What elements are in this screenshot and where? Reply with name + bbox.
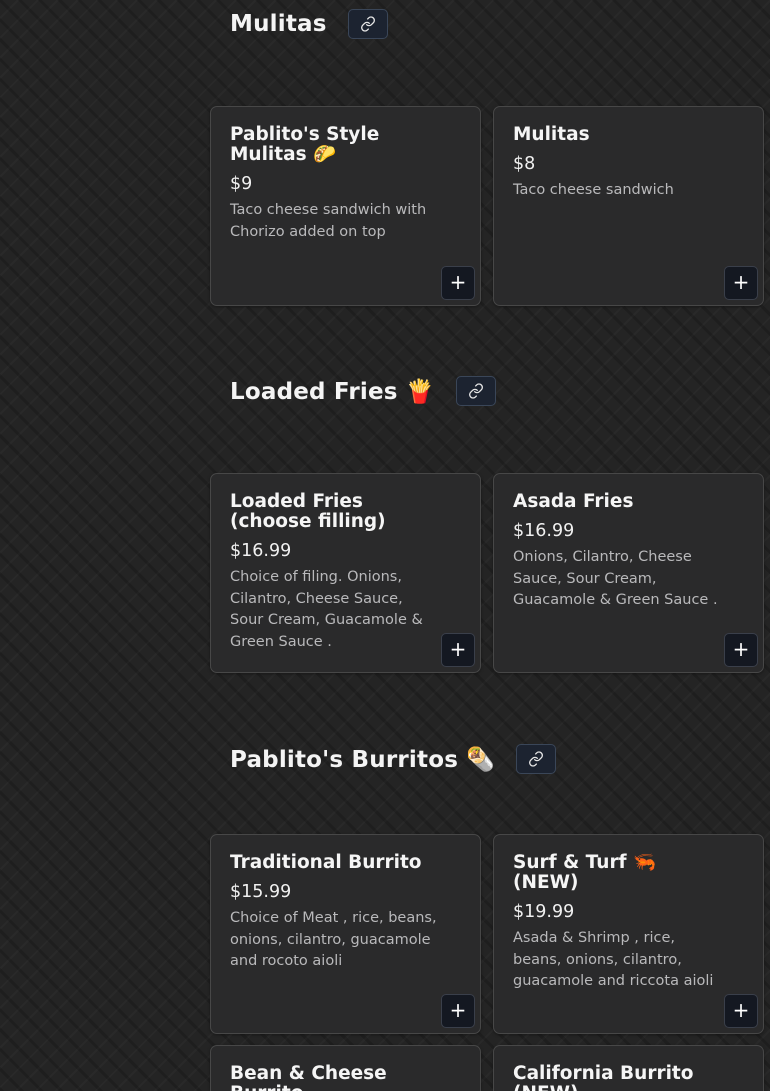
item-description: Choice of Meat , rice, beans, onions, ci… [230, 910, 437, 969]
item-price: $9 [230, 174, 253, 194]
item-price: $16.99 [513, 521, 575, 541]
add-to-cart-button[interactable]: + [441, 633, 475, 667]
menu-item-card[interactable]: Bean & Cheese Burrito [210, 1045, 481, 1091]
item-name: Traditional Burrito [230, 852, 422, 873]
link-icon [468, 383, 483, 399]
add-to-cart-button[interactable]: + [441, 266, 475, 300]
item-name: Surf & Turf 🦐 (NEW) [513, 852, 657, 893]
item-name: Bean & Cheese Burrito [230, 1063, 387, 1091]
menu-item-card[interactable]: California Burrito (NEW) [493, 1045, 764, 1091]
menu-item-card[interactable]: Surf & Turf 🦐 (NEW) $19.99 Asada & Shrim… [493, 834, 764, 1034]
link-icon [529, 751, 544, 767]
add-to-cart-button[interactable]: + [724, 266, 758, 300]
menu-item-card[interactable]: Loaded Fries (choose filling) $16.99 Cho… [210, 473, 481, 673]
item-name: Asada Fries [513, 491, 634, 512]
menu-item-card[interactable]: Pablito's Style Mulitas 🌮 $9 Taco cheese… [210, 106, 481, 306]
section-title: Pablito's Burritos 🌯 [230, 746, 496, 773]
section-title: Loaded Fries 🍟 [230, 378, 435, 405]
item-description: Taco cheese sandwich [513, 182, 674, 198]
menu-item-card[interactable]: Asada Fries $16.99 Onions, Cilantro, Che… [493, 473, 764, 673]
menu-item-card[interactable]: Mulitas $8 Taco cheese sandwich + [493, 106, 764, 306]
menu-item-card[interactable]: Traditional Burrito $15.99 Choice of Mea… [210, 834, 481, 1034]
item-price: $15.99 [230, 882, 292, 902]
item-description: Taco cheese sandwich with Chorizo added … [230, 202, 427, 240]
item-price: $19.99 [513, 902, 575, 922]
section-header-mulitas: Mulitas [230, 9, 388, 39]
item-name: Loaded Fries (choose filling) [230, 491, 386, 532]
section-link-button[interactable] [455, 376, 496, 406]
add-to-cart-button[interactable]: + [441, 994, 475, 1028]
item-price: $8 [513, 154, 536, 174]
item-name: Pablito's Style Mulitas 🌮 [230, 124, 380, 165]
add-to-cart-button[interactable]: + [724, 633, 758, 667]
item-name: Mulitas [513, 124, 590, 145]
section-header-loaded-fries: Loaded Fries 🍟 [230, 376, 496, 406]
add-to-cart-button[interactable]: + [724, 994, 758, 1028]
section-title: Mulitas [230, 11, 327, 37]
section-header-burritos: Pablito's Burritos 🌯 [230, 744, 557, 774]
section-link-button[interactable] [347, 9, 388, 39]
item-price: $16.99 [230, 541, 292, 561]
item-description: Asada & Shrimp , rice, beans, onions, ci… [513, 930, 714, 989]
item-name: California Burrito (NEW) [513, 1063, 694, 1091]
item-description: Onions, Cilantro, Cheese Sauce, Sour Cre… [513, 549, 718, 608]
section-link-button[interactable] [516, 744, 557, 774]
item-description: Choice of filing. Onions, Cilantro, Chee… [230, 569, 423, 650]
link-icon [360, 16, 375, 32]
